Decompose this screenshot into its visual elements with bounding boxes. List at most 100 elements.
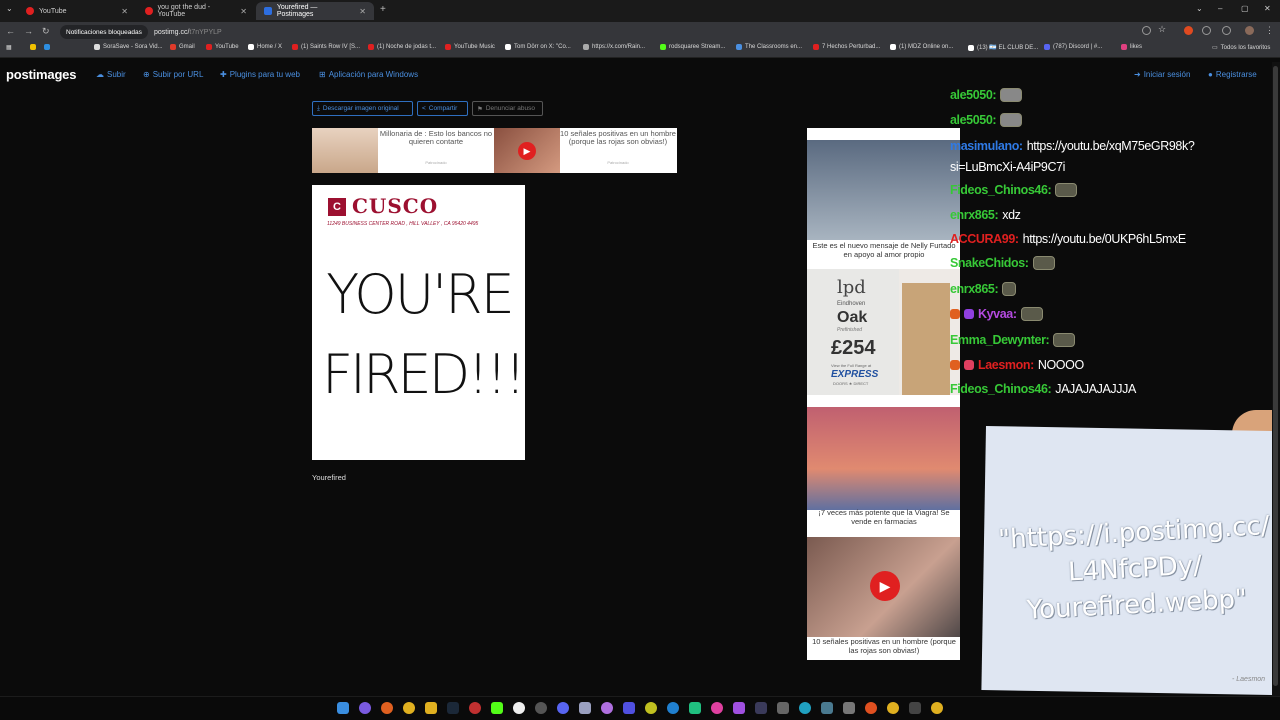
taskbar-app-icon[interactable] xyxy=(799,702,811,714)
start-menu-icon[interactable] xyxy=(337,702,349,714)
tab-you-got-the-dud[interactable]: you got the dud - YouTube ✕ xyxy=(137,2,255,20)
bookmark-item[interactable]: Home / X xyxy=(248,44,282,50)
close-tab-icon[interactable]: ✕ xyxy=(121,7,128,16)
taskbar-app-icon[interactable] xyxy=(733,702,745,714)
nav-upload-by-url[interactable]: ⊕ Subir por URL xyxy=(143,70,203,79)
lpd-doors-direct: DOORS ★ DIRECT xyxy=(833,381,869,386)
taskbar-app-icon[interactable] xyxy=(645,702,657,714)
taskbar-app-icon[interactable] xyxy=(601,702,613,714)
bookmark-item[interactable]: YouTube xyxy=(206,44,239,50)
play-icon[interactable]: ▶ xyxy=(518,142,536,160)
bookmark-item[interactable]: likes xyxy=(1121,44,1142,50)
bookmark-item[interactable]: Gmail xyxy=(170,44,195,50)
nav-windows-app[interactable]: ⊞ Aplicación para Windows xyxy=(319,70,418,79)
kick-icon[interactable] xyxy=(491,702,503,714)
bookmark-item[interactable]: (1) Noche de jodas t... xyxy=(368,44,436,50)
bookmark-item[interactable]: The Classrooms en... xyxy=(736,44,802,50)
taskbar-app-icon[interactable] xyxy=(535,702,547,714)
taskbar-app-icon[interactable] xyxy=(689,702,701,714)
right-ad-column[interactable]: Este es el nuevo mensaje de Nelly Furtad… xyxy=(807,128,960,660)
new-tab-button[interactable]: + xyxy=(380,4,386,15)
apps-grid-icon[interactable]: ▦ xyxy=(6,44,12,51)
bookmark-item[interactable]: (1) Saints Row IV [S... xyxy=(292,44,360,50)
report-abuse-button[interactable]: ⚑ Denunciar abuso xyxy=(472,101,543,116)
ad-left-source: Patrocinado xyxy=(425,160,447,165)
bookmark-shortcut-icon[interactable] xyxy=(30,44,36,50)
terminal-icon[interactable] xyxy=(909,702,921,714)
register-link[interactable]: ● Registrarse xyxy=(1208,70,1257,79)
bookmark-item[interactable]: (1) MDZ Online on... xyxy=(890,44,953,50)
download-original-button[interactable]: ⤓ Descargar imagen original xyxy=(312,101,413,116)
tab-list-icon[interactable]: ⌄ xyxy=(1196,4,1203,13)
address-bar[interactable]: postimg.cc/t7nYPYLP xyxy=(154,25,222,39)
login-link[interactable]: ➜ Iniciar sesión xyxy=(1134,70,1190,79)
file-explorer-icon[interactable] xyxy=(425,702,437,714)
back-arrow-icon[interactable]: ← xyxy=(6,26,15,36)
profile-avatar[interactable] xyxy=(1245,26,1254,35)
bookmark-star-icon[interactable]: ☆ xyxy=(1158,24,1167,34)
tab-youtube[interactable]: YouTube ✕ xyxy=(18,2,136,20)
close-tab-icon[interactable]: ✕ xyxy=(359,7,366,16)
eye-off-icon[interactable] xyxy=(1142,26,1151,35)
bookmark-item[interactable]: (787) Discord | #... xyxy=(1044,44,1102,50)
close-window-button[interactable]: ✕ xyxy=(1264,4,1271,13)
chrome-icon[interactable] xyxy=(403,702,415,714)
emote-icon xyxy=(1055,183,1078,197)
lpd-door-ad[interactable]: lpd Eindhoven Oak Prefinished £254 View … xyxy=(807,269,960,395)
bookmark-item[interactable]: Tom Dörr on X: "Co... xyxy=(505,44,571,50)
taskbar-app-icon[interactable] xyxy=(777,702,789,714)
taskbar-app-icon[interactable] xyxy=(623,702,635,714)
close-tab-icon[interactable]: ✕ xyxy=(240,7,247,16)
taskbar-app-icon[interactable] xyxy=(865,702,877,714)
chat-message: enrx865: xdz xyxy=(950,208,1021,222)
nav-upload[interactable]: ☁ Subir xyxy=(96,70,126,79)
hosted-image[interactable]: C CUSCO 11249 BUSINESS CENTER ROAD , HIL… xyxy=(312,185,526,460)
share-button[interactable]: < Compartir xyxy=(417,101,468,116)
taskbar-app-icon[interactable] xyxy=(755,702,767,714)
steam-icon[interactable] xyxy=(447,702,459,714)
play-icon[interactable]: ▶ xyxy=(870,571,900,601)
bookmark-item[interactable]: rodsquaree Stream... xyxy=(660,44,725,50)
taskbar-app-icon[interactable] xyxy=(711,702,723,714)
scrollbar-thumb[interactable] xyxy=(1273,66,1278,686)
extensions-puzzle-icon[interactable] xyxy=(1202,26,1211,35)
site-logo[interactable]: postimages xyxy=(6,67,76,82)
notifications-blocked-chip[interactable]: Notificaciones bloqueadas xyxy=(60,25,148,39)
menu-kebab-icon[interactable]: ⋮ xyxy=(1265,25,1274,36)
minimize-button[interactable]: – xyxy=(1218,4,1222,13)
brand-name: CUSCO xyxy=(352,194,439,218)
taskbar-app-icon[interactable] xyxy=(821,702,833,714)
taskbar-app-icon[interactable] xyxy=(887,702,899,714)
all-favorites-folder[interactable]: ▭ Todos los favoritos xyxy=(1212,44,1270,52)
discord-icon[interactable] xyxy=(557,702,569,714)
downloads-icon[interactable] xyxy=(1222,26,1231,35)
maximize-button[interactable]: ▢ xyxy=(1241,4,1249,13)
chat-message: ACCURA99: https://youtu.be/0UKP6hL5mxE xyxy=(950,232,1186,246)
taskbar-app-icon[interactable] xyxy=(513,702,525,714)
bookmark-item[interactable]: 7 Hechos Perturbad... xyxy=(813,44,880,50)
taskbar-app-icon[interactable] xyxy=(469,702,481,714)
bookmark-shortcut-icon[interactable] xyxy=(44,44,50,50)
taskbar-app-icon[interactable] xyxy=(359,702,371,714)
lpd-logo: lpd xyxy=(837,277,866,298)
top-ad-banner[interactable]: Millonaria de : Esto los bancos no quier… xyxy=(312,128,677,173)
tab-postimages[interactable]: Yourefired — Postimages ✕ xyxy=(256,2,374,20)
bookmark-item[interactable]: SoraSave - Sora Vid... xyxy=(94,44,163,50)
nav-plugins[interactable]: ✚ Plugins para tu web xyxy=(220,70,300,79)
forward-arrow-icon[interactable]: → xyxy=(24,26,33,36)
taskbar-app-icon[interactable] xyxy=(931,702,943,714)
bookmark-item[interactable]: (13) 🇦🇷 EL CLUB DE... xyxy=(968,44,1038,51)
taskbar-app-icon[interactable] xyxy=(579,702,591,714)
taskbar-app-icon[interactable] xyxy=(843,702,855,714)
ad-left-title: Millonaria de : Esto los bancos no quier… xyxy=(379,129,493,146)
tab-label: Yourefired — Postimages xyxy=(276,4,318,18)
firefox-icon[interactable] xyxy=(381,702,393,714)
bookmark-item[interactable]: https://x.com/Rain... xyxy=(583,44,645,50)
bookmark-item[interactable]: YouTube Music xyxy=(445,44,495,50)
reload-icon[interactable]: ↻ xyxy=(42,26,50,37)
chat-message: Fideos_Chinos46: JAJAJAJAJJJA xyxy=(950,382,1136,396)
extension-icon[interactable] xyxy=(1184,26,1193,35)
taskbar-app-icon[interactable] xyxy=(667,702,679,714)
tab-search-icon[interactable]: ⌄ xyxy=(6,4,13,13)
badge-icon xyxy=(950,309,960,319)
